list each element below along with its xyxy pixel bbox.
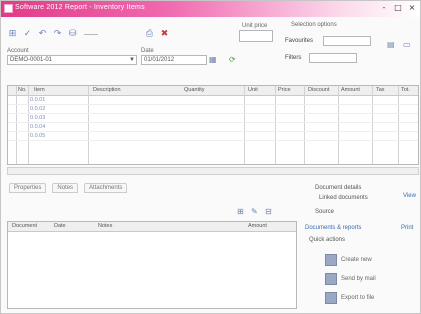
account-combo[interactable]: DEMO-0001-01 ▼ <box>7 55 137 65</box>
column-header[interactable]: No. <box>18 87 27 93</box>
check-icon[interactable]: ✓ <box>22 28 33 40</box>
app-window: Software 2012 Report - Inventory Items -… <box>0 0 421 314</box>
refresh-icon[interactable]: ⟳ <box>229 55 236 64</box>
unit-price-field[interactable] <box>239 30 273 42</box>
remove-icon[interactable]: ⊟ <box>265 207 272 216</box>
window-icon[interactable]: ▭ <box>403 40 411 49</box>
tab-attachments[interactable]: Attachments <box>84 183 128 193</box>
maximize-button[interactable]: □ <box>392 2 404 14</box>
column-header[interactable]: Amount <box>248 223 267 229</box>
list-header: Document Date Notes Amount <box>8 222 296 232</box>
favourites-option[interactable]: Favourites <box>285 38 313 44</box>
date-value: 01/01/2012 <box>144 57 175 63</box>
favourites-field[interactable] <box>323 36 371 46</box>
account-label: Account <box>7 48 29 54</box>
side-action-label: Export to file <box>341 295 375 301</box>
column-header[interactable]: Item <box>34 87 45 93</box>
column-header[interactable]: Amount <box>341 87 360 93</box>
calendar-icon[interactable]: ▦ <box>209 55 217 64</box>
side-action-export[interactable]: Export to file <box>325 291 374 305</box>
quick-actions-title: Quick actions <box>309 237 346 243</box>
table-row[interactable]: 0.0.05 <box>8 132 418 141</box>
column-header[interactable]: Tot. <box>401 87 410 93</box>
document-icon <box>325 254 337 266</box>
detail-tabs: Properties Notes Attachments <box>9 183 128 193</box>
column-header[interactable]: Quantity <box>184 87 204 93</box>
column-header[interactable]: Tax <box>376 87 385 93</box>
date-label: Date <box>141 48 154 54</box>
print-link[interactable]: Print <box>401 225 413 231</box>
redo-icon[interactable]: ↷ <box>52 28 63 40</box>
selection-options-panel: Selection options Favourites Filters ▤ ▭ <box>279 18 419 68</box>
table-row[interactable]: 0.0.04 <box>8 123 418 132</box>
column-header[interactable]: Document <box>12 223 37 229</box>
date-field[interactable]: 01/01/2012 <box>141 55 207 65</box>
undo-icon[interactable]: ↶ <box>37 28 48 40</box>
account-value: DEMO-0001-01 <box>10 57 53 63</box>
column-header[interactable]: Date <box>54 223 66 229</box>
source-label: Source <box>315 209 335 215</box>
side-action-label: Send by mail <box>341 276 376 282</box>
title-bar: Software 2012 Report - Inventory Items -… <box>1 1 420 17</box>
filter-icon[interactable]: ⛁ <box>67 28 78 40</box>
side-action-create[interactable]: Create new <box>325 253 372 267</box>
column-header[interactable]: Discount <box>308 87 329 93</box>
horizontal-scrollbar[interactable] <box>7 167 419 175</box>
minimize-button[interactable]: - <box>378 2 390 14</box>
column-header[interactable]: Price <box>278 87 291 93</box>
linked-documents-label: Linked documents <box>319 195 368 201</box>
column-header[interactable]: Notes <box>98 223 112 229</box>
close-button[interactable]: × <box>406 2 418 14</box>
side-panel: Document details Linked documents View S… <box>301 181 419 311</box>
row-value: 0.0.04 <box>30 124 46 130</box>
table-row[interactable]: 0.0.03 <box>8 114 418 123</box>
export-icon <box>325 292 337 304</box>
items-grid: No. Item Description Quantity Unit Price… <box>7 85 419 165</box>
edit-icon[interactable]: ✎ <box>251 207 258 216</box>
filters-option[interactable]: Filters <box>285 55 301 61</box>
table-row[interactable]: 0.0.01 <box>8 96 418 105</box>
main-toolbar: ⊞ ✓ ↶ ↷ ⛁ ⎙ ✖ <box>7 23 170 45</box>
table-row[interactable]: 0.0.02 <box>8 105 418 114</box>
side-action-mail[interactable]: Send by mail <box>325 272 376 286</box>
table-icon[interactable]: ▤ <box>387 40 395 49</box>
view-link[interactable]: View <box>403 193 416 199</box>
tab-notes[interactable]: Notes <box>52 183 79 193</box>
column-header[interactable]: Description <box>93 87 121 93</box>
filters-field[interactable] <box>309 53 357 63</box>
row-value: 0.0.02 <box>30 106 46 112</box>
window-controls: - □ × <box>378 2 418 14</box>
documents-reports-link[interactable]: Documents & reports <box>305 225 361 231</box>
column-header[interactable]: Unit <box>248 87 258 93</box>
add-icon[interactable]: ⊞ <box>237 207 244 216</box>
document-details-title: Document details <box>315 185 362 191</box>
toolbar-separator <box>84 33 98 35</box>
app-icon <box>4 4 13 13</box>
row-value: 0.0.03 <box>30 115 46 121</box>
row-value: 0.0.05 <box>30 133 46 139</box>
save-icon[interactable]: ⊞ <box>7 28 18 40</box>
delete-icon[interactable]: ✖ <box>159 28 170 40</box>
unit-price-label: Unit price <box>242 23 268 29</box>
documents-list: Document Date Notes Amount <box>7 221 297 309</box>
selection-options-label: Selection options <box>291 22 337 28</box>
print-icon[interactable]: ⎙ <box>144 28 155 40</box>
window-title: Software 2012 Report - Inventory Items <box>15 4 145 11</box>
tab-properties[interactable]: Properties <box>9 183 47 193</box>
grid-header: No. Item Description Quantity Unit Price… <box>8 86 418 96</box>
row-value: 0.0.01 <box>30 97 46 103</box>
side-action-label: Create new <box>341 257 372 263</box>
chevron-down-icon[interactable]: ▼ <box>129 56 135 65</box>
mail-icon <box>325 273 337 285</box>
